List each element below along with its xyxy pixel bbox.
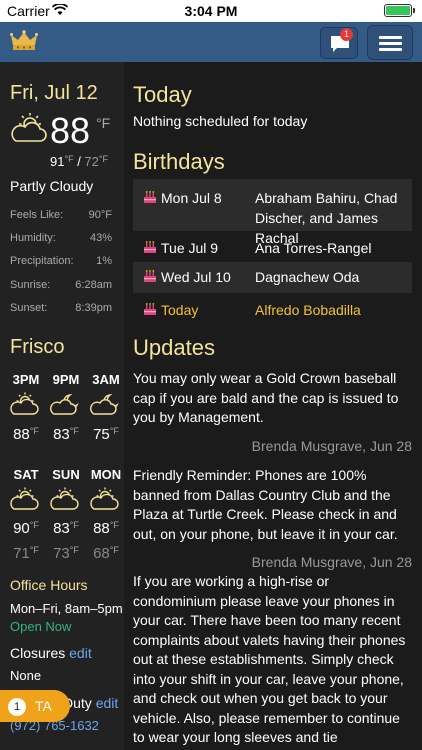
updates-title: Updates [133, 335, 215, 360]
birthday-cake-icon [143, 189, 157, 203]
update-text: If you are working a high-rise or condom… [133, 573, 406, 745]
humidity-label: Humidity: [10, 232, 56, 244]
hourly-label: 3AM [92, 372, 120, 387]
birthday-names: Alfredo Bobadilla [255, 302, 361, 318]
hourly-temp: 75°F [93, 426, 119, 443]
partly-sunny-icon [10, 112, 52, 149]
birthday-cake-icon [143, 239, 157, 253]
open-status: Open Now [10, 619, 72, 634]
office-hours-title: Office Hours [10, 577, 88, 593]
birthday-date: Tue Jul 9 [161, 240, 219, 256]
precipitation-value: 1% [96, 255, 112, 267]
partly-sunny-icon [86, 486, 126, 517]
sunset-label: Sunset: [10, 302, 48, 314]
update-author: Brenda Musgrave, Jun 28 [251, 554, 412, 570]
update-text: You may only wear a Gold Crown baseball … [133, 370, 399, 425]
status-bar: Carrier 3:04 PM [0, 0, 422, 22]
birthday-names: Dagnachew Oda [255, 269, 360, 285]
birthday-row: Wed Jul 10 Dagnachew Oda [133, 262, 412, 293]
duty-title: Duty edit [63, 695, 119, 711]
hourly-temp: 88°F [13, 426, 39, 443]
daily-label: SAT [13, 467, 39, 482]
weather-condition: Partly Cloudy [10, 178, 94, 194]
humidity-value: 43% [89, 232, 112, 244]
birthday-cake-icon [143, 301, 157, 315]
ta-count-badge: 1 [8, 698, 26, 716]
update-author: Brenda Musgrave, Jun 28 [251, 438, 412, 454]
daily-high: 83°F [53, 520, 79, 537]
birthday-cake-icon [143, 268, 157, 282]
duty-edit-link[interactable]: edit [96, 695, 119, 711]
birthday-date: Wed Jul 10 [161, 269, 231, 285]
birthday-date: Today [161, 302, 199, 318]
nav-bar [0, 22, 422, 62]
hourly-label: 9PM [52, 372, 80, 387]
daily-label: MON [90, 467, 122, 482]
birthday-row-today: Today Alfredo Bobadilla [133, 298, 412, 326]
cloudy-night-icon [46, 391, 86, 422]
birthday-names: Ana Torres-Rangel [255, 240, 372, 256]
current-date: Fri, Jul 12 [10, 82, 98, 104]
ta-label: TA [35, 698, 52, 714]
current-temp: 88 [50, 110, 91, 151]
sunrise-value: 6:28am [75, 279, 112, 291]
office-hours-value: Mon–Fri, 8am–5pm [10, 601, 123, 616]
menu-button[interactable] [367, 25, 413, 60]
birthday-row: Tue Jul 9 Ana Torres-Rangel [133, 236, 412, 264]
closures-edit-link[interactable]: edit [69, 645, 92, 661]
daily-low: 73°F [53, 545, 79, 562]
feels-like-value: 90°F [88, 209, 112, 221]
sunset-value: 8:39pm [75, 302, 112, 314]
precipitation-label: Precipitation: [10, 255, 74, 267]
daily-high: 90°F [13, 520, 39, 537]
update-text: Friendly Reminder: Phones are 100% banne… [133, 467, 398, 542]
forecast-city: Frisco [10, 336, 65, 358]
daily-low: 68°F [93, 545, 119, 562]
hourly-temp: 83°F [53, 426, 79, 443]
closures-value: None [10, 668, 42, 683]
daily-low: 71°F [13, 545, 39, 562]
daily-high: 88°F [93, 520, 119, 537]
temp-unit: °F [96, 115, 111, 131]
birthday-date: Mon Jul 8 [161, 190, 222, 206]
high-low-temp: 91°F / 72°F [50, 154, 108, 169]
ta-button[interactable]: 1 TA [0, 690, 70, 722]
birthday-row: Mon Jul 8 Abraham Bahiru, Chad Discher, … [133, 179, 412, 246]
today-message: Nothing scheduled for today [133, 113, 308, 129]
partly-sunny-icon [6, 486, 46, 517]
clock: 3:04 PM [184, 3, 238, 19]
battery-icon [384, 4, 415, 17]
sunrise-label: Sunrise: [10, 279, 51, 291]
feels-like-label: Feels Like: [10, 209, 64, 221]
birthdays-title: Birthdays [133, 149, 225, 174]
today-title: Today [133, 82, 192, 107]
partly-sunny-icon [46, 486, 86, 517]
daily-label: SUN [52, 467, 80, 482]
hourly-label: 3PM [12, 372, 40, 387]
partly-sunny-icon [6, 391, 46, 422]
cloudy-night-icon [86, 391, 126, 422]
closures-title: Closures edit [10, 645, 92, 661]
message-badge: 1 [340, 28, 353, 41]
crown-logo-icon[interactable] [10, 30, 38, 57]
